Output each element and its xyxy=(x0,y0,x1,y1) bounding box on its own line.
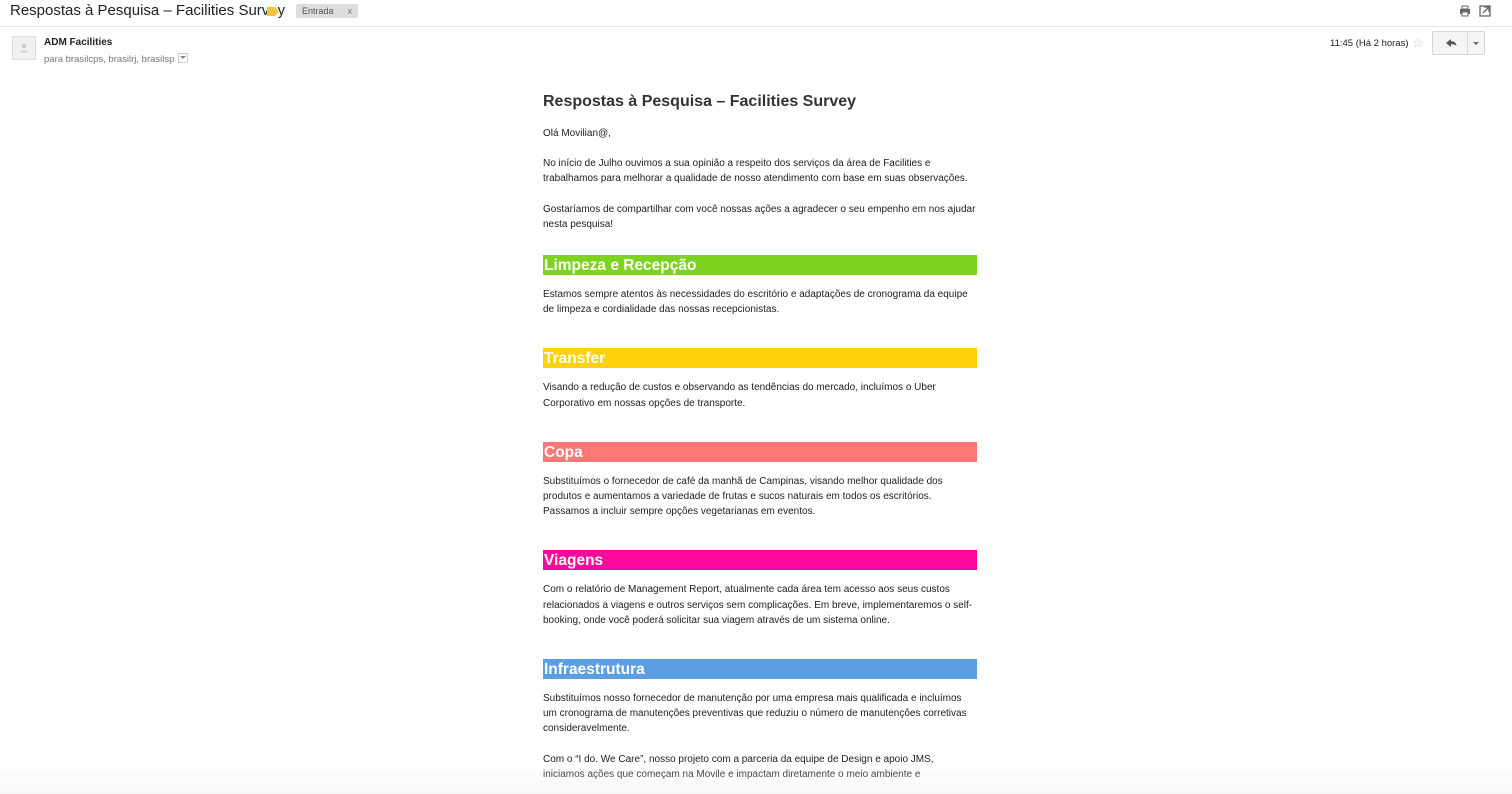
section-title-infraestrutura: Infraestrutura xyxy=(543,659,977,680)
important-label-icon[interactable] xyxy=(267,7,279,16)
intro-paragraph-2: Gostaríamos de compartilhar com você nos… xyxy=(543,203,976,230)
sender-avatar xyxy=(12,36,36,60)
section-text-copa: Substituímos o fornecedor de café da man… xyxy=(543,475,943,518)
email-body: Respostas à Pesquisa – Facilities Survey… xyxy=(543,92,977,782)
inbox-label-chip[interactable]: Entrada x xyxy=(296,4,359,18)
section-text-transfer: Visando a redução de custos e observando… xyxy=(543,382,936,409)
show-details-button[interactable] xyxy=(178,53,189,63)
email-subject: Respostas à Pesquisa – Facilities Survey xyxy=(10,2,286,19)
star-icon[interactable]: ☆ xyxy=(1412,35,1424,51)
section-text-infraestrutura: Substituímos nosso fornecedor de manuten… xyxy=(543,693,967,735)
print-icon[interactable] xyxy=(1459,5,1471,17)
remove-label-button[interactable]: x xyxy=(348,6,353,16)
email-timestamp: 11:45 (Há 2 horas) xyxy=(1330,38,1409,49)
person-icon xyxy=(19,43,29,53)
sender-name[interactable]: ADM Facilities xyxy=(44,37,112,48)
subject-bar: Respostas à Pesquisa – Facilities Survey… xyxy=(0,0,1512,27)
reply-button-group xyxy=(1432,31,1485,55)
closing-paragraph: Com o “I do. We Care”, nosso projeto com… xyxy=(543,753,934,780)
section-text-limpeza: Estamos sempre atentos às necessidades d… xyxy=(543,289,968,316)
recipients-text: para brasilcps, brasilrj, brasilsp xyxy=(44,54,175,65)
open-new-window-icon[interactable] xyxy=(1479,5,1491,17)
recipients-line: para brasilcps, brasilrj, brasilsp xyxy=(44,53,189,65)
greeting: Olá Movilian@, xyxy=(543,128,611,139)
section-title-copa: Copa xyxy=(543,441,977,462)
section-title-limpeza: Limpeza e Recepção xyxy=(543,255,977,276)
section-title-viagens: Viagens xyxy=(543,550,977,571)
email-title: Respostas à Pesquisa – Facilities Survey xyxy=(543,93,857,110)
section-title-transfer: Transfer xyxy=(543,348,977,369)
reply-arrow-icon xyxy=(1446,39,1457,47)
reply-button[interactable] xyxy=(1433,32,1468,54)
intro-paragraph-1: No início de Julho ouvimos a sua opinião… xyxy=(543,158,968,185)
section-text-viagens: Com o relatório de Management Report, at… xyxy=(543,584,973,626)
more-actions-button[interactable] xyxy=(1468,32,1485,54)
inbox-label-text: Entrada xyxy=(302,6,334,16)
